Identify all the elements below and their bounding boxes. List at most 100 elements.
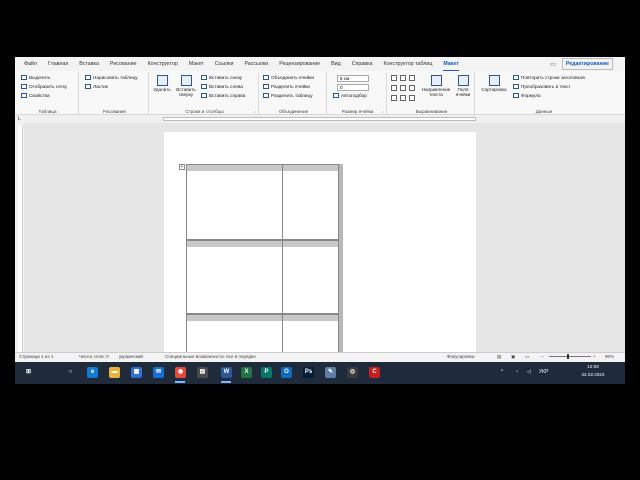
edge-icon[interactable]: e <box>87 367 98 378</box>
word-count[interactable]: Число слов: 0 <box>79 354 109 359</box>
align-top-right-icon[interactable] <box>409 75 415 81</box>
select-button[interactable]: Выделить <box>21 75 51 80</box>
excel-icon[interactable]: X <box>241 367 252 378</box>
merge-icon <box>263 75 269 80</box>
windows-start-icon[interactable]: ⊞ <box>23 367 34 378</box>
network-icon[interactable]: ◔ <box>515 369 518 375</box>
repeat-header-button[interactable]: Повторить строки заголовков <box>513 75 585 80</box>
align-top-center-icon[interactable] <box>400 75 406 81</box>
zoom-slider[interactable] <box>549 356 591 357</box>
camera-icon[interactable]: ◎ <box>347 367 358 378</box>
chrome-icon[interactable]: ◉ <box>175 367 186 378</box>
dialog-launcher-icon[interactable]: ⌟ <box>254 108 256 113</box>
table-row[interactable] <box>186 240 339 314</box>
tab-stop-icon[interactable]: L <box>18 116 21 122</box>
formula-button[interactable]: Формула <box>513 93 541 98</box>
text-direction-button[interactable]: Направление текста <box>421 75 451 97</box>
insert-below-button[interactable]: Вставить снизу <box>201 75 242 80</box>
align-bottom-right-icon[interactable] <box>409 95 415 101</box>
properties-button[interactable]: Свойства <box>21 93 50 98</box>
table-row[interactable] <box>186 164 339 240</box>
split-table-button[interactable]: Разделить таблицу <box>263 93 313 98</box>
align-middle-left-icon[interactable] <box>391 85 397 91</box>
insert-right-button[interactable]: Вставить справа <box>201 93 245 98</box>
keyboard-language[interactable]: УКР <box>539 369 548 375</box>
zoom-level[interactable]: 90% <box>605 354 614 359</box>
tab-review[interactable]: Рецензирование <box>279 57 320 71</box>
document-area[interactable]: + <box>24 123 625 352</box>
align-top-left-icon[interactable] <box>391 75 397 81</box>
publisher-icon[interactable]: P <box>261 367 272 378</box>
autofit-button[interactable]: Автоподбор <box>333 93 367 98</box>
gridlines-button[interactable]: Отобразить сетку <box>21 84 67 89</box>
sort-button[interactable]: Сортировка <box>479 75 509 92</box>
column-border[interactable] <box>282 165 283 239</box>
delete-button[interactable]: Удалить <box>153 75 171 92</box>
photoshop-icon[interactable]: Ps <box>303 367 314 378</box>
tab-table-design[interactable]: Конструктор таблиц <box>384 57 433 71</box>
convert-to-text-button[interactable]: Преобразовать в текст <box>513 84 571 89</box>
tab-references[interactable]: Ссылки <box>215 57 234 71</box>
eraser-button[interactable]: Ластик <box>85 84 108 89</box>
row-header-band <box>187 315 338 321</box>
repeat-header-icon <box>513 75 519 80</box>
comment-icon[interactable]: ▭ <box>550 61 556 68</box>
zoom-slider-knob[interactable] <box>567 354 569 359</box>
tab-view[interactable]: Вид <box>331 57 341 71</box>
zoom-out-icon[interactable]: − <box>541 354 544 359</box>
tab-table-layout[interactable]: Макет <box>443 58 459 71</box>
insert-left-button[interactable]: Вставить слева <box>201 84 243 89</box>
calculator-icon[interactable]: ▤ <box>197 367 208 378</box>
tray-chevron-icon[interactable]: ^ <box>501 369 503 375</box>
tab-layout[interactable]: Макет <box>189 57 204 71</box>
tab-mailings[interactable]: Рассылки <box>244 57 268 71</box>
explorer-icon[interactable]: ▬ <box>109 367 120 378</box>
cell-width-input[interactable]: 0 <box>337 84 369 91</box>
tab-insert[interactable]: Вставка <box>79 57 99 71</box>
page-count[interactable]: Страница 1 из 1 <box>19 354 53 359</box>
tab-file[interactable]: Файл <box>24 57 37 71</box>
search-icon[interactable]: ○ <box>65 367 76 378</box>
print-layout-icon[interactable]: ▣ <box>511 354 515 360</box>
recorder-icon[interactable]: C <box>369 367 380 378</box>
draw-table-button[interactable]: Нарисовать таблицу <box>85 75 138 80</box>
align-middle-right-icon[interactable] <box>409 85 415 91</box>
store-icon[interactable]: ▦ <box>131 367 142 378</box>
editing-mode-button[interactable]: Редактирование <box>561 58 613 70</box>
group-label: Размер ячейки <box>341 109 374 114</box>
read-mode-icon[interactable]: ▤ <box>497 354 501 360</box>
group-table: Выделить Отобразить сетку Свойства Табли… <box>17 72 79 114</box>
tab-home[interactable]: Главная <box>48 57 68 71</box>
table-move-handle-icon[interactable]: + <box>179 164 185 170</box>
split-cells-button[interactable]: Разделить ячейки <box>263 84 310 89</box>
align-center-icon[interactable] <box>400 85 406 91</box>
paint-icon[interactable]: ✎ <box>325 367 336 378</box>
tab-help[interactable]: Справка <box>352 57 373 71</box>
align-bottom-left-icon[interactable] <box>391 95 397 101</box>
mail-icon[interactable]: ✉ <box>153 367 164 378</box>
volume-icon[interactable]: ◁ <box>527 369 531 375</box>
cell-margins-button[interactable]: Поля ячейки <box>453 75 473 97</box>
accessibility-status[interactable]: Специальные возможности: все в порядке <box>165 354 256 359</box>
horizontal-ruler[interactable]: L <box>15 115 625 123</box>
zoom-in-icon[interactable]: + <box>593 354 596 359</box>
column-border[interactable] <box>282 241 283 313</box>
table-row[interactable] <box>186 314 339 352</box>
clock[interactable]: 12:59 22.02.2023 <box>575 363 611 379</box>
outlook-icon[interactable]: O <box>281 367 292 378</box>
merge-cells-button[interactable]: Объединить ячейки <box>263 75 314 80</box>
word-icon[interactable]: W <box>221 367 232 378</box>
focus-button[interactable]: Фокусировка <box>447 354 474 359</box>
cell-height-input[interactable]: 5 см <box>337 75 369 82</box>
insert-above-button[interactable]: Вставить сверху <box>175 75 197 97</box>
dialog-launcher-icon[interactable]: ⌟ <box>382 108 384 113</box>
align-bottom-center-icon[interactable] <box>400 95 406 101</box>
document-page[interactable]: + <box>164 132 476 352</box>
cell-margins-icon <box>457 75 469 86</box>
vertical-ruler[interactable] <box>18 125 23 355</box>
web-layout-icon[interactable]: ▭ <box>525 354 529 360</box>
language-status[interactable]: украинский <box>119 354 143 359</box>
tab-draw[interactable]: Рисование <box>110 57 137 71</box>
column-border[interactable] <box>282 315 283 352</box>
tab-design[interactable]: Конструктор <box>148 57 178 71</box>
